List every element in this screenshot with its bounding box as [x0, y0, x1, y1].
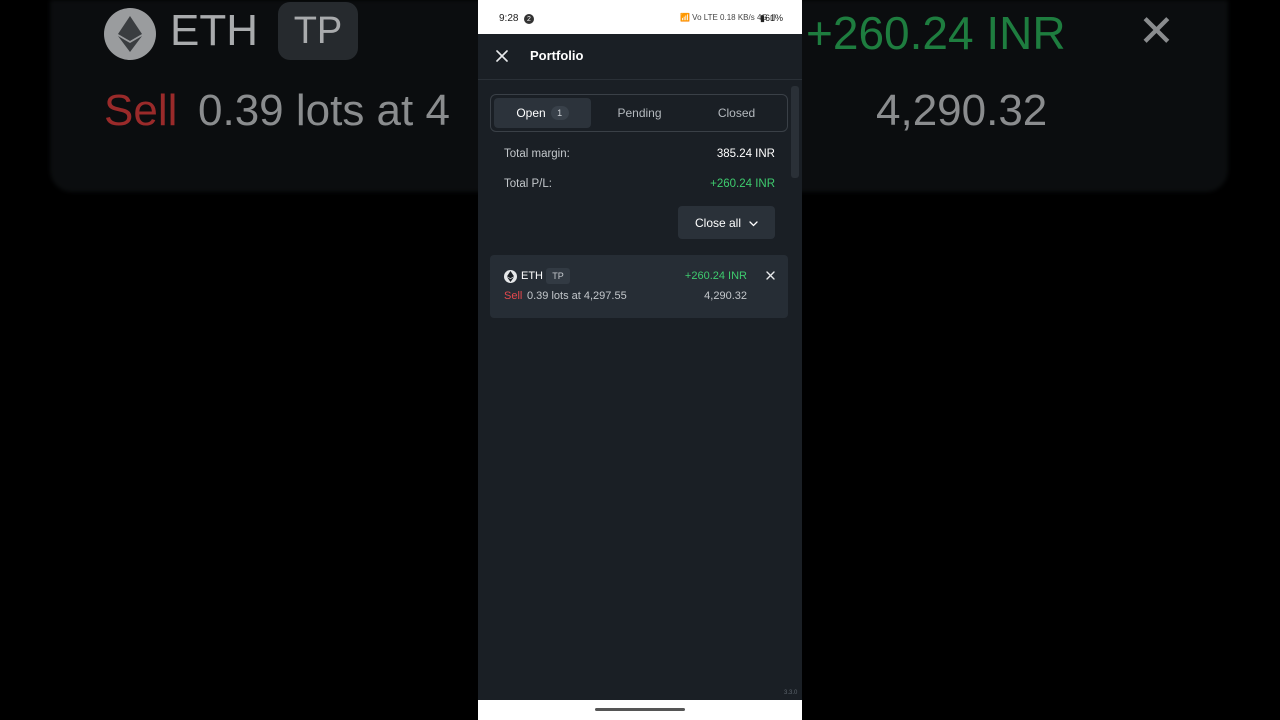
position-side: Sell	[504, 290, 523, 302]
close-icon[interactable]	[492, 46, 512, 66]
phone-screen: 9:28 2 📶 Vo LTE 0.18 KB/s 4G ıll ▮61% Po…	[478, 0, 802, 720]
total-margin-value: 385.24 INR	[716, 148, 775, 160]
background-close-icon: ✕	[1138, 7, 1175, 56]
tab-closed-label: Closed	[717, 106, 756, 120]
status-time: 9:28	[499, 13, 519, 24]
ethereum-icon	[504, 270, 517, 283]
tab-pending[interactable]: Pending	[591, 98, 688, 128]
navigation-bar	[478, 700, 802, 720]
tab-open-count: 1	[550, 106, 569, 120]
portfolio-tabs: Open 1 Pending Closed	[490, 94, 788, 132]
portfolio-header: Portfolio	[478, 34, 802, 80]
total-pl-label: Total P/L:	[504, 178, 552, 190]
background-price: 4,290.32	[876, 86, 1048, 135]
background-sell-label: Sell	[104, 86, 178, 135]
home-gesture-handle[interactable]	[595, 708, 685, 711]
chevron-down-icon	[749, 216, 758, 230]
page-title: Portfolio	[530, 48, 584, 63]
close-position-icon[interactable]	[762, 267, 778, 283]
position-pl: +260.24 INR	[684, 270, 747, 282]
background-symbol: ETH	[170, 6, 258, 55]
tab-open[interactable]: Open 1	[494, 98, 591, 128]
background-tp-badge: TP	[278, 2, 358, 60]
take-profit-badge: TP	[546, 268, 570, 284]
status-bar: 9:28 2 📶 Vo LTE 0.18 KB/s 4G ıll ▮61%	[478, 0, 802, 34]
background-lots-text: 0.39 lots at 4	[198, 86, 450, 135]
total-pl-value: +260.24 INR	[710, 178, 775, 190]
tab-open-label: Open	[516, 106, 546, 120]
position-details: 0.39 lots at 4,297.55	[527, 290, 627, 302]
scrollbar[interactable]	[791, 86, 799, 178]
total-margin-label: Total margin:	[504, 148, 570, 160]
background-ethereum-icon	[104, 8, 156, 60]
tab-closed[interactable]: Closed	[688, 98, 785, 128]
position-card[interactable]: ETH TP +260.24 INR Sell 0.39 lots at 4,2…	[490, 255, 788, 318]
tab-pending-label: Pending	[617, 106, 662, 120]
close-all-label: Close all	[694, 215, 742, 230]
app-version: 3.3.0	[784, 690, 798, 696]
position-symbol: ETH	[521, 270, 543, 282]
background-pl-value: +260.24 INR	[806, 7, 1066, 59]
close-all-button[interactable]: Close all	[678, 206, 775, 239]
position-current-price: 4,290.32	[704, 290, 747, 302]
notification-badge: 2	[524, 14, 534, 24]
battery-indicator: ▮61%	[760, 13, 783, 23]
